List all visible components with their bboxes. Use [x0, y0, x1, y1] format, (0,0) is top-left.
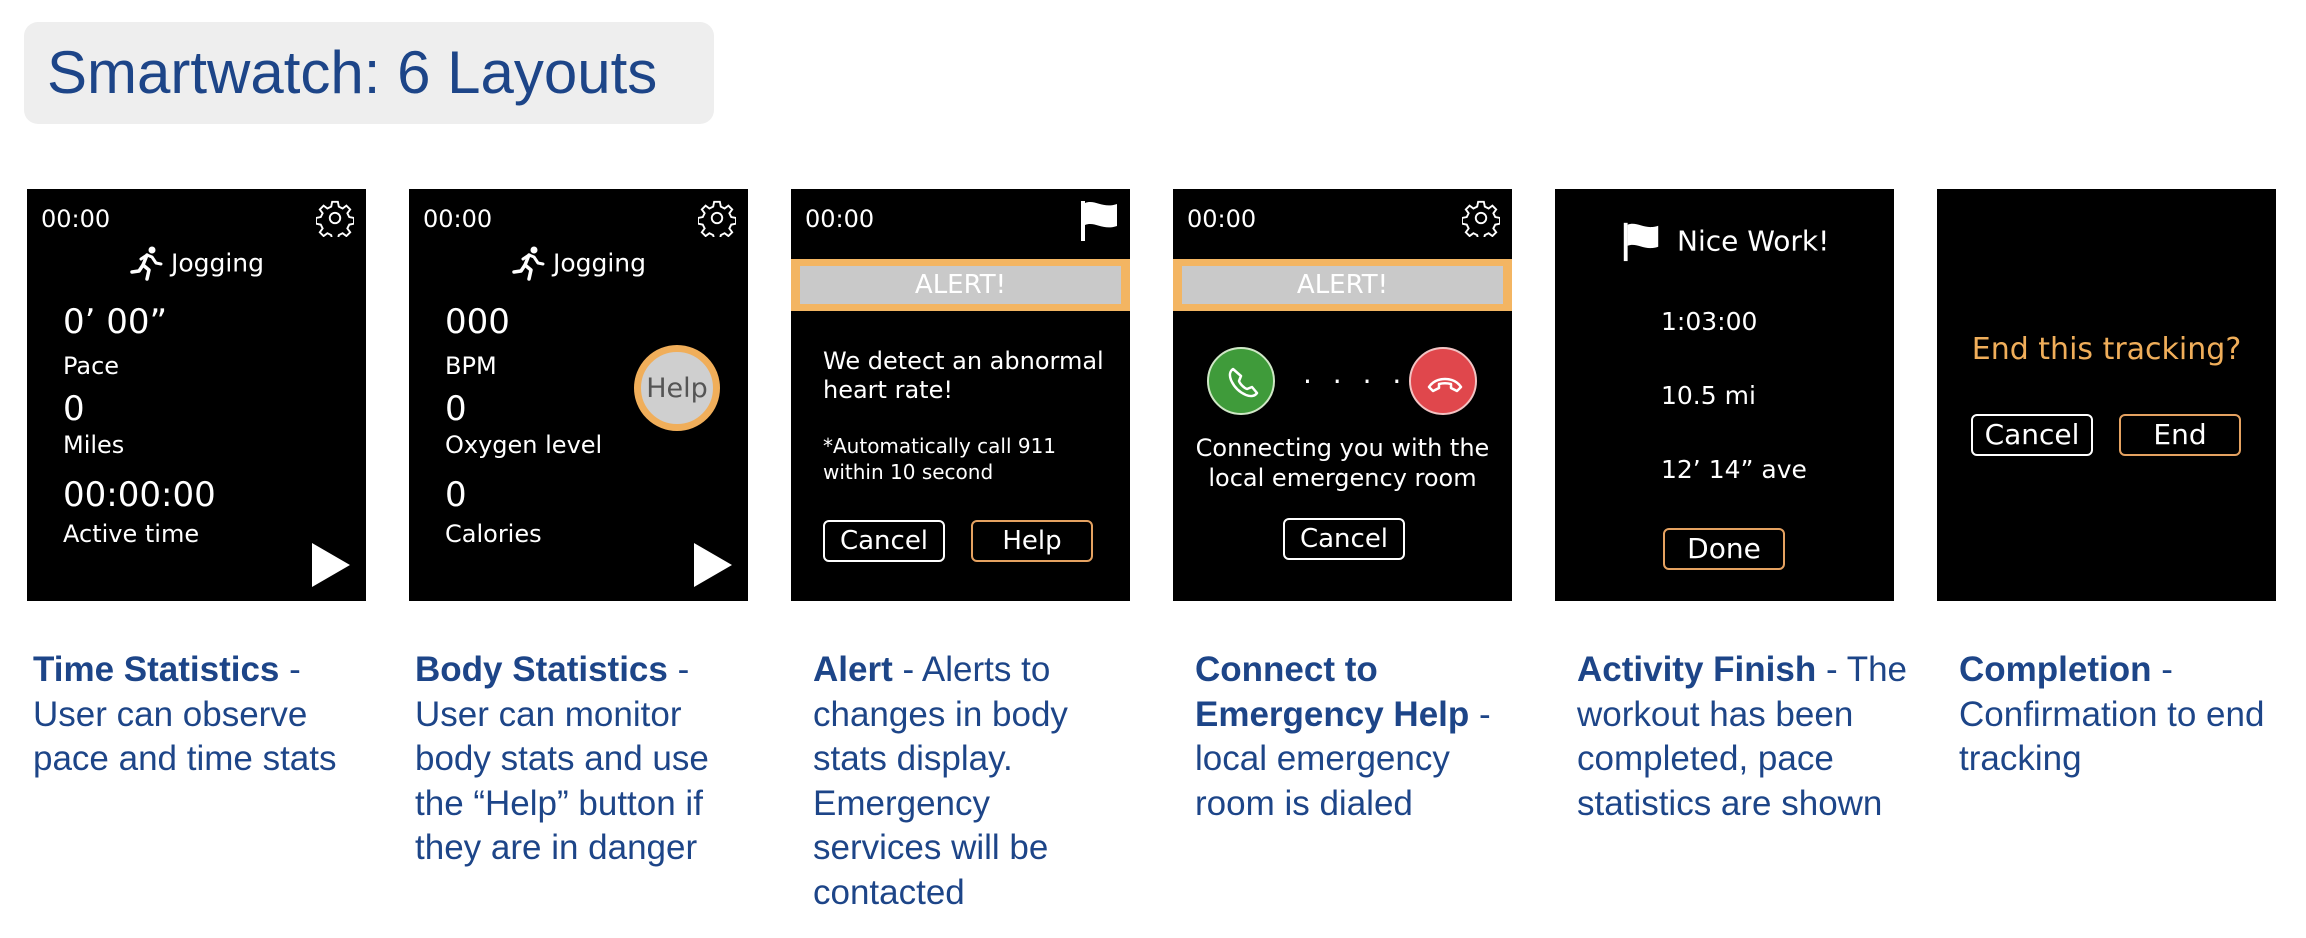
end-question: End this tracking?: [1971, 332, 2242, 367]
pace-label: Pace: [63, 352, 120, 380]
active-time-label: Active time: [63, 520, 200, 548]
alert-note: *Automatically call 911 within 10 second: [823, 434, 1057, 484]
caption-alert: Alert - Alerts to changes in body stats …: [813, 650, 1068, 912]
clock: 00:00: [41, 205, 111, 233]
phone-hangup-icon[interactable]: [1409, 347, 1477, 415]
gear-icon[interactable]: [698, 199, 736, 237]
page-title: Smartwatch: 6 Layouts: [47, 39, 658, 106]
caption-completion: Completion - Confirmation to end trackin…: [1959, 650, 2265, 778]
finish-time: 1:03:00: [1661, 307, 1758, 336]
cancel-button[interactable]: Cancel: [1971, 414, 2093, 456]
flag-icon: [1623, 222, 1659, 262]
finish-pace: 12’ 14” ave: [1661, 455, 1807, 484]
oxygen-value: 0: [445, 389, 467, 429]
runner-icon: [512, 246, 545, 281]
cancel-button[interactable]: Cancel: [823, 520, 945, 562]
runner-icon: [130, 246, 163, 281]
miles-label: Miles: [63, 431, 125, 459]
connecting-message: Connecting you with the local emergency …: [1195, 434, 1490, 492]
cancel-button[interactable]: Cancel: [1283, 518, 1405, 560]
clock: 00:00: [805, 205, 875, 233]
bpm-value: 000: [445, 302, 510, 342]
screen-time-statistics: 00:00 Jogging 0’ 00” Pace 0 Miles 00:00:…: [27, 189, 366, 601]
help-button[interactable]: Help: [634, 345, 720, 431]
screen-completion: End this tracking? Cancel End: [1937, 189, 2276, 601]
clock: 00:00: [1187, 205, 1257, 233]
pace-value: 0’ 00”: [63, 302, 168, 342]
caption-time-statistics: Time Statistics - User can observe pace …: [33, 650, 337, 778]
end-button[interactable]: End: [2119, 414, 2241, 456]
calories-value: 0: [445, 475, 467, 515]
clock: 00:00: [423, 205, 493, 233]
play-icon[interactable]: [694, 543, 732, 587]
play-icon[interactable]: [312, 543, 350, 587]
screen-body-statistics: 00:00 Jogging 000 BPM 0 Oxygen level 0 C…: [409, 189, 748, 601]
caption-activity-finish: Activity Finish - The workout has been c…: [1577, 650, 1907, 823]
alert-message: We detect an abnormal heart rate!: [823, 347, 1104, 404]
screen-activity-finish: Nice Work! 1:03:00 10.5 mi 12’ 14” ave D…: [1555, 189, 1894, 601]
done-button[interactable]: Done: [1663, 528, 1785, 570]
help-button[interactable]: Help: [971, 520, 1093, 562]
gear-icon[interactable]: [1462, 199, 1500, 237]
activity-label: Jogging: [409, 245, 748, 281]
active-time-value: 00:00:00: [63, 475, 216, 515]
finish-title: Nice Work!: [1619, 219, 1829, 263]
title-banner: Smartwatch: 6 Layouts: [24, 22, 714, 124]
screen-alert: 00:00 ALERT! We detect an abnormal heart…: [791, 189, 1130, 601]
caption-connect-emergency: Connect to Emergency Help - local emerge…: [1195, 650, 1491, 823]
phone-call-icon[interactable]: [1207, 347, 1275, 415]
alert-banner: ALERT!: [791, 259, 1130, 311]
flag-icon: [1081, 201, 1117, 241]
activity-label: Jogging: [27, 245, 366, 281]
miles-value: 0: [63, 389, 85, 429]
screen-connect-emergency: 00:00 ALERT! · · · · · Connecting you wi…: [1173, 189, 1512, 601]
oxygen-label: Oxygen level: [445, 431, 603, 459]
caption-body-statistics: Body Statistics - User can monitor body …: [415, 650, 709, 867]
gear-icon[interactable]: [316, 199, 354, 237]
alert-banner: ALERT!: [1173, 259, 1512, 311]
calories-label: Calories: [445, 520, 542, 548]
bpm-label: BPM: [445, 352, 497, 380]
finish-distance: 10.5 mi: [1661, 381, 1756, 410]
